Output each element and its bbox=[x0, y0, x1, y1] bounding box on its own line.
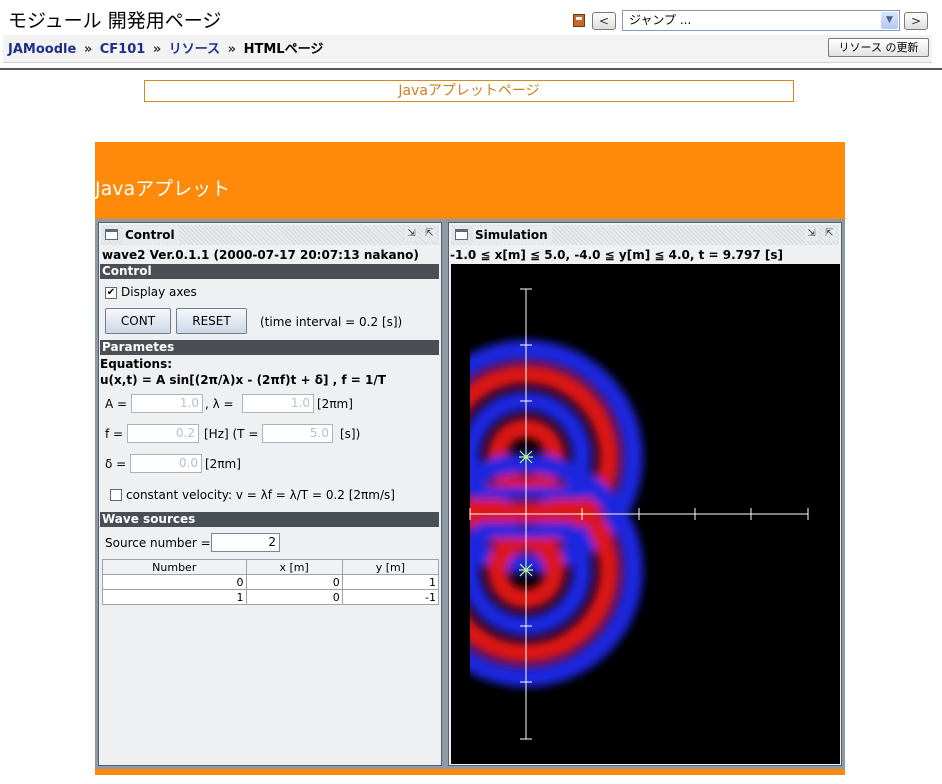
breadcrumb-separator: » bbox=[227, 42, 237, 57]
chevron-down-icon[interactable]: ▼ bbox=[881, 12, 898, 29]
source-number-input[interactable]: 2 bbox=[211, 533, 280, 552]
wavelength-input[interactable]: 1.0 bbox=[242, 394, 314, 413]
site-title: モジュール 開発用ページ bbox=[8, 10, 222, 32]
control-titlebar[interactable]: Control ⇲ ⇱ bbox=[101, 225, 439, 245]
simulation-titlebar[interactable]: Simulation ⇲ ⇱ bbox=[451, 225, 839, 245]
simulation-window-title: Simulation bbox=[473, 226, 552, 244]
column-header[interactable]: y [m] bbox=[341, 559, 440, 575]
table-cell[interactable]: -1 bbox=[341, 589, 440, 605]
jump-select[interactable]: ジャンプ ... ▼ bbox=[622, 10, 900, 31]
reset-button[interactable]: RESET bbox=[176, 308, 247, 334]
column-header[interactable]: x [m] bbox=[245, 559, 343, 575]
source-marker-1 bbox=[519, 563, 533, 577]
window-icon bbox=[455, 229, 468, 240]
amplitude-input[interactable]: 1.0 bbox=[131, 394, 203, 413]
phase-input[interactable]: 0.0 bbox=[130, 454, 202, 473]
constant-velocity-checkbox[interactable] bbox=[110, 489, 122, 501]
sources-table: Number x [m] y [m] 0 0 1 1 0 -1 bbox=[102, 559, 440, 605]
wave-field bbox=[469, 288, 809, 740]
header-divider bbox=[0, 68, 942, 70]
display-axes-checkbox[interactable]: ✔ bbox=[105, 287, 117, 299]
simulation-canvas[interactable] bbox=[451, 264, 840, 764]
section-control: Control bbox=[100, 264, 439, 279]
phase-label: δ = bbox=[105, 457, 127, 471]
frequency-unit: [Hz] (T = bbox=[204, 427, 259, 441]
section-wave-sources: Wave sources bbox=[100, 512, 439, 527]
simulation-status: -1.0 ≦ x[m] ≦ 5.0, -4.0 ≦ y[m] ≦ 4.0, t … bbox=[450, 248, 784, 262]
window-icon bbox=[105, 229, 118, 240]
table-cell[interactable]: 0 bbox=[245, 574, 343, 590]
maximize-icon[interactable]: ⇱ bbox=[423, 228, 436, 241]
column-header[interactable]: Number bbox=[102, 559, 247, 575]
minimize-icon[interactable]: ⇲ bbox=[405, 228, 418, 241]
page-title: Javaアプレットページ bbox=[144, 80, 794, 102]
wavelength-label: , λ = bbox=[205, 397, 234, 411]
table-cell[interactable]: 0 bbox=[102, 574, 247, 590]
breadcrumb: JAMoodle » CF101 » リソース » HTMLページ bbox=[8, 38, 323, 57]
breadcrumb-separator: » bbox=[152, 42, 162, 57]
breadcrumb-current: HTMLページ bbox=[243, 42, 324, 57]
period-unit: [s]) bbox=[340, 427, 361, 441]
next-button[interactable]: > bbox=[904, 12, 928, 30]
table-cell[interactable]: 1 bbox=[102, 589, 247, 605]
breadcrumb-separator: » bbox=[83, 42, 93, 57]
table-row[interactable]: 0 0 1 bbox=[102, 574, 440, 590]
constant-velocity-label: constant velocity: v = λf = λ/T = 0.2 [2… bbox=[126, 488, 395, 502]
jump-select-value: ジャンプ ... bbox=[629, 13, 692, 27]
period-input[interactable]: 5.0 bbox=[262, 424, 333, 443]
section-parameters: Parametes bbox=[100, 340, 439, 355]
version-text: wave2 Ver.0.1.1 (2000-07-17 20:07:13 nak… bbox=[102, 248, 419, 262]
phase-unit: [2πm] bbox=[205, 457, 241, 471]
frequency-label: f = bbox=[105, 427, 124, 441]
table-row[interactable]: 1 0 -1 bbox=[102, 589, 440, 605]
table-header-row: Number x [m] y [m] bbox=[102, 559, 440, 575]
equation-text: u(x,t) = A sin[(2π/λ)x - (2πf)t + δ] , f… bbox=[100, 373, 386, 387]
display-axes-label: Display axes bbox=[121, 285, 197, 299]
applet-banner-title: Javaアプレット bbox=[95, 178, 231, 200]
source-number-label: Source number = bbox=[105, 536, 211, 550]
prev-button[interactable]: < bbox=[592, 12, 616, 30]
update-resource-button[interactable]: リソース の更新 bbox=[828, 38, 929, 57]
minimize-icon[interactable]: ⇲ bbox=[805, 228, 818, 241]
maximize-icon[interactable]: ⇱ bbox=[823, 228, 836, 241]
simulation-window: Simulation ⇲ ⇱ -1.0 ≦ x[m] ≦ 5.0, -4.0 ≦… bbox=[448, 222, 842, 766]
time-interval-text: (time interval = 0.2 [s]) bbox=[260, 315, 403, 329]
breadcrumb-link-course[interactable]: CF101 bbox=[100, 42, 146, 57]
amplitude-label: A = bbox=[105, 397, 128, 411]
table-cell[interactable]: 1 bbox=[341, 574, 440, 590]
wavelength-unit: [2πm] bbox=[317, 397, 353, 411]
frequency-input[interactable]: 0.2 bbox=[127, 424, 199, 443]
equations-label: Equations: bbox=[100, 357, 173, 371]
table-cell[interactable]: 0 bbox=[245, 589, 343, 605]
source-marker-0 bbox=[519, 450, 533, 464]
applet-footer-bar bbox=[95, 769, 845, 775]
breadcrumb-link-resource[interactable]: リソース bbox=[169, 42, 220, 57]
control-window: Control ⇲ ⇱ wave2 Ver.0.1.1 (2000-07-17 … bbox=[98, 222, 442, 766]
bookmark-icon[interactable] bbox=[573, 14, 585, 27]
cont-button[interactable]: CONT bbox=[105, 308, 171, 334]
breadcrumb-link-home[interactable]: JAMoodle bbox=[8, 42, 76, 57]
control-window-title: Control bbox=[123, 226, 179, 244]
